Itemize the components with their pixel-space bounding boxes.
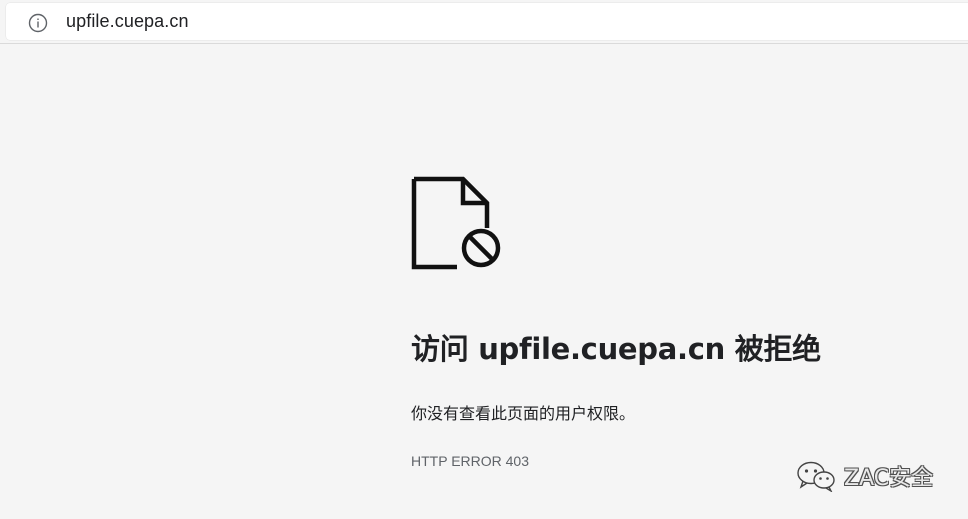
address-bar: upfile.cuepa.cn [0, 0, 968, 44]
watermark-text: ZAC安全 [844, 466, 934, 491]
url-text[interactable]: upfile.cuepa.cn [66, 11, 189, 32]
watermark: ZAC安全 [796, 459, 933, 493]
wechat-icon [797, 461, 835, 492]
error-message: 你没有查看此页面的用户权限。 [411, 404, 636, 423]
omnibox[interactable]: upfile.cuepa.cn [6, 3, 968, 40]
error-code: HTTP ERROR 403 [411, 453, 529, 469]
blocked-file-icon [411, 176, 501, 270]
page-title: 访问 upfile.cuepa.cn 被拒绝 [411, 332, 821, 366]
info-icon[interactable] [28, 13, 48, 33]
